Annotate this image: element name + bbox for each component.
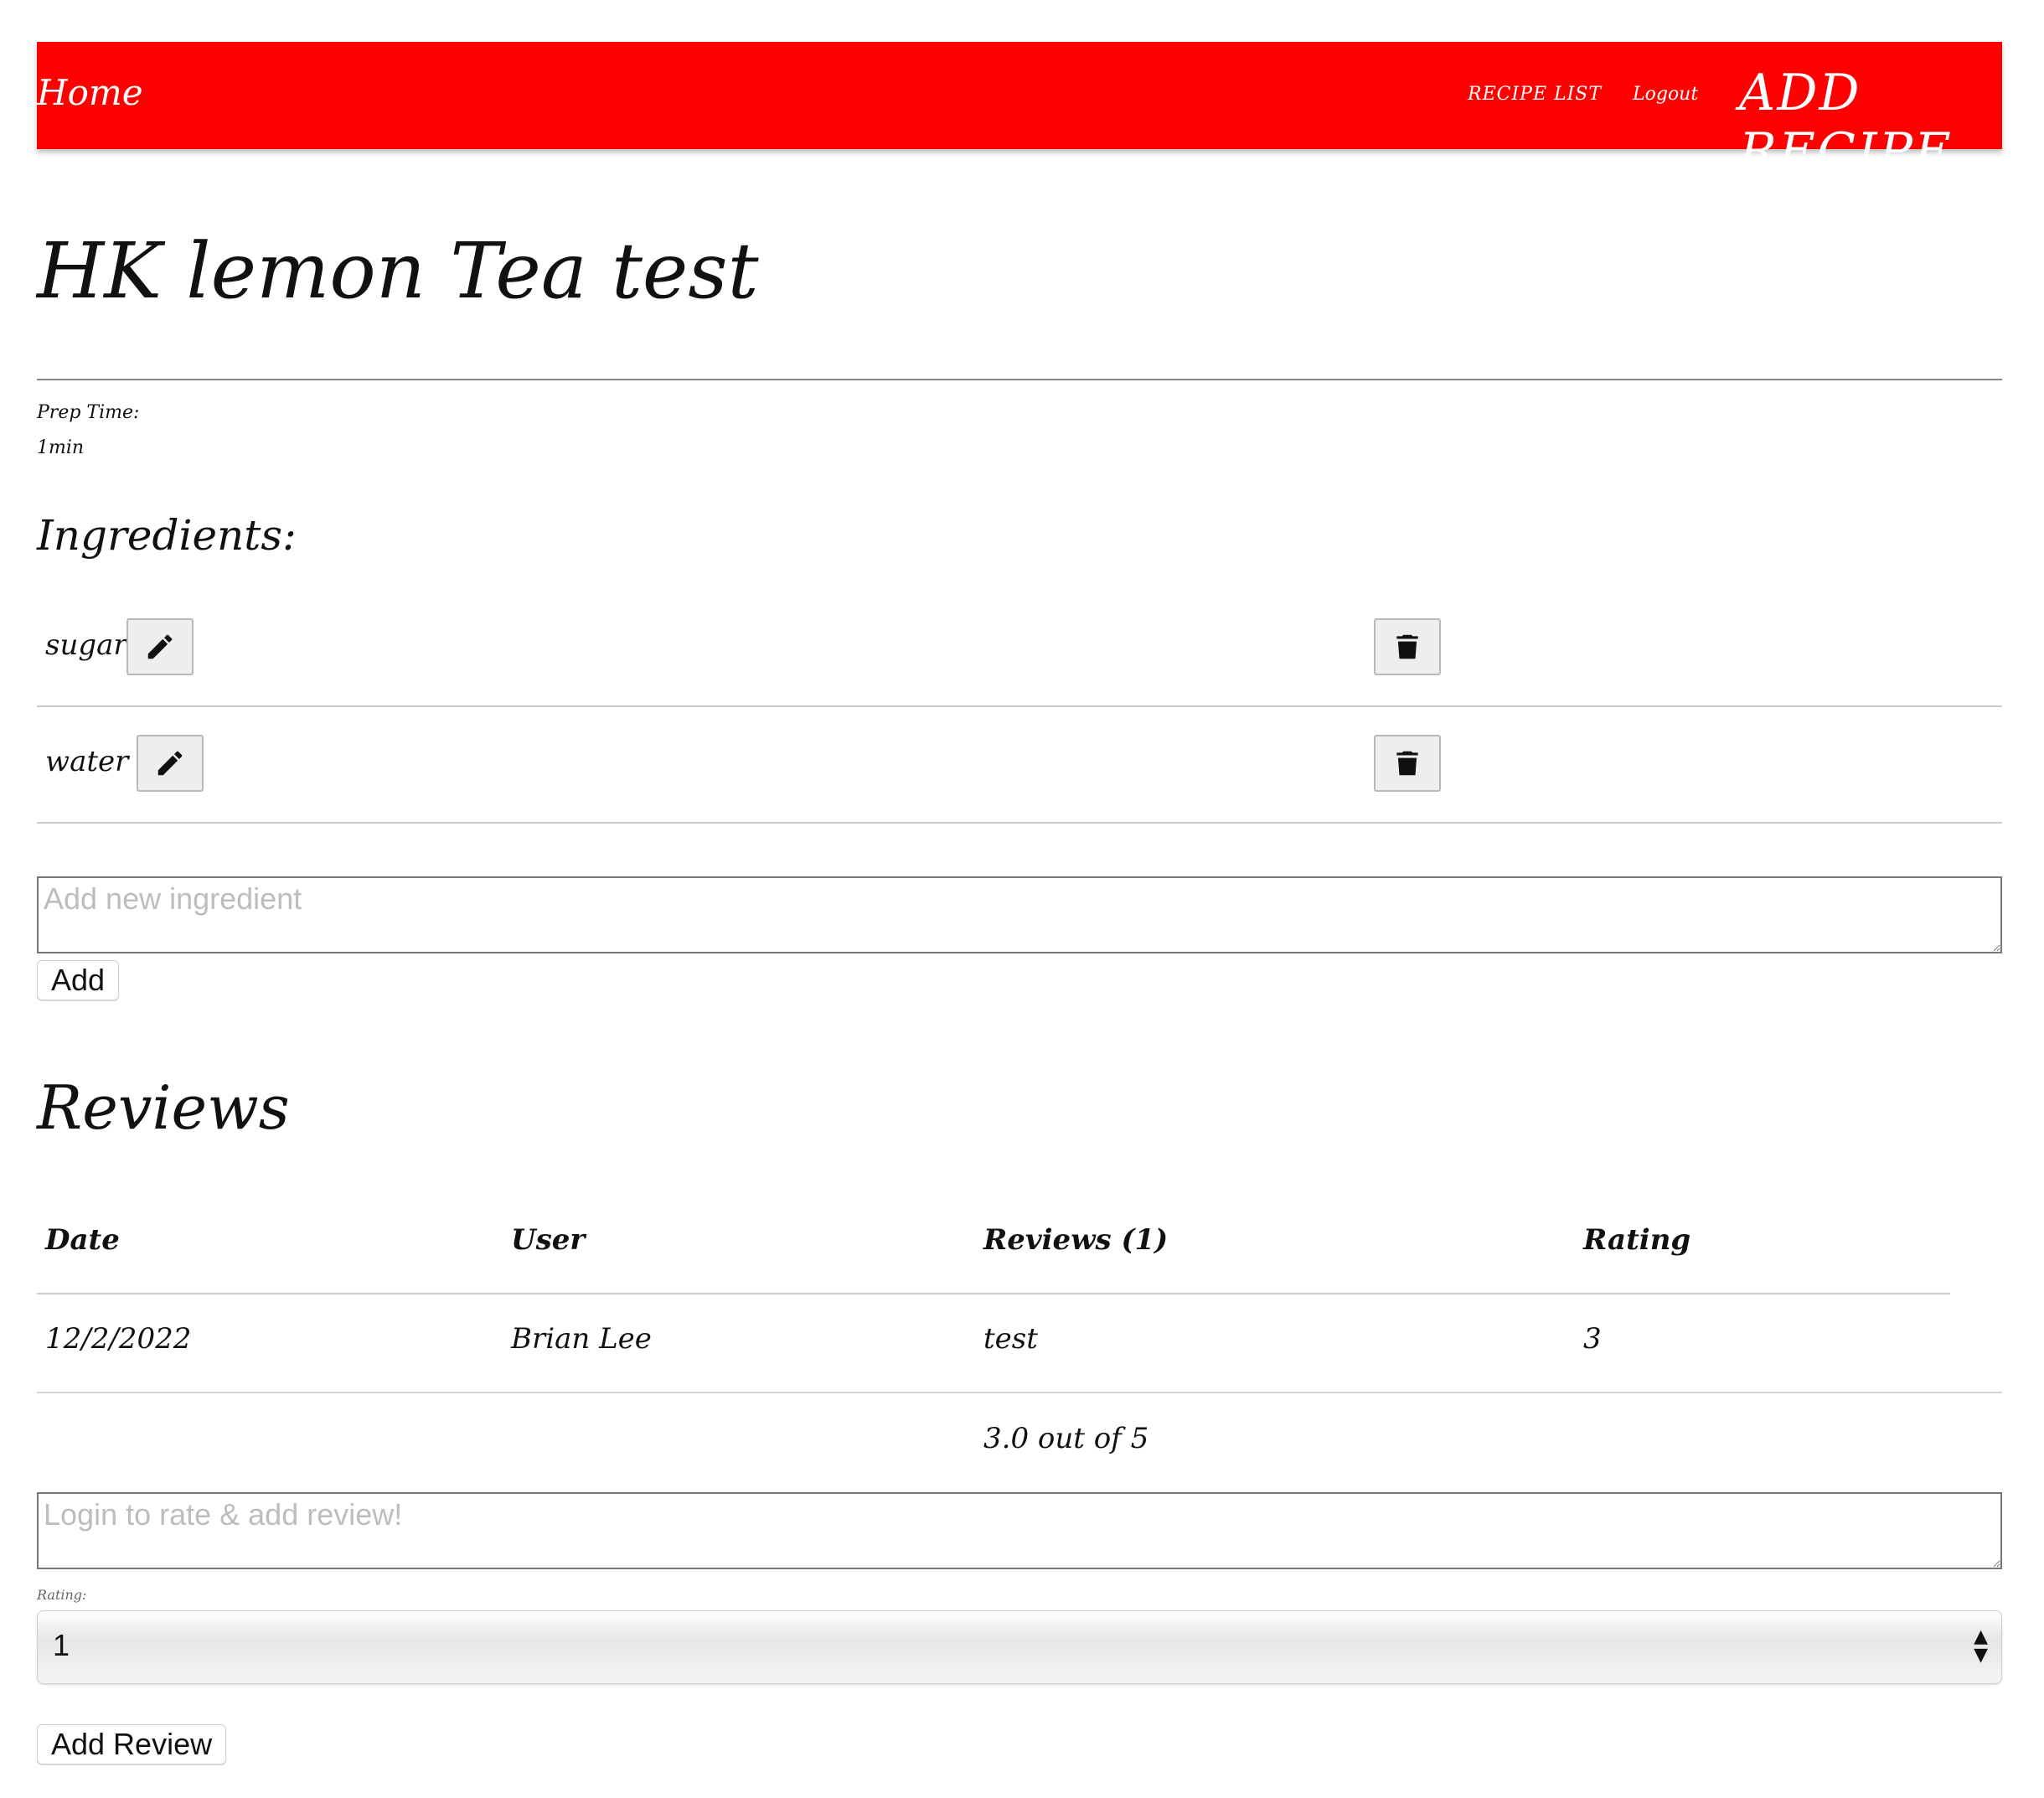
ingredient-name: water <box>45 745 129 778</box>
pencil-icon <box>147 634 173 659</box>
rating-selected-value: 1 <box>53 1628 70 1662</box>
review-text: test <box>983 1322 1038 1356</box>
nav-add-recipe-link[interactable]: ADD RECIPE <box>1739 64 2002 181</box>
nav-home-link[interactable]: Home <box>37 72 143 113</box>
trash-icon <box>1396 634 1418 659</box>
nav-recipe-list-link[interactable]: RECIPE LIST <box>1468 84 1602 105</box>
rating-label: Rating: <box>37 1587 87 1603</box>
new-ingredient-input[interactable] <box>37 876 2002 953</box>
ingredients-heading: Ingredients: <box>37 511 297 560</box>
table-row-divider <box>37 1392 2002 1393</box>
edit-ingredient-button[interactable] <box>137 735 204 792</box>
title-divider <box>37 379 2002 380</box>
add-ingredient-button[interactable]: Add <box>37 960 120 1000</box>
ingredient-row: sugar <box>37 592 2002 707</box>
column-header-rating: Rating <box>1583 1223 1691 1257</box>
delete-ingredient-button[interactable] <box>1374 618 1441 675</box>
nav-logout-link[interactable]: Logout <box>1633 84 1698 105</box>
review-date: 12/2/2022 <box>45 1322 192 1356</box>
page-title: HK lemon Tea test <box>37 226 759 316</box>
average-rating: 3.0 out of 5 <box>983 1422 1149 1455</box>
ingredient-row: water <box>37 708 2002 824</box>
pencil-icon <box>157 751 183 776</box>
column-header-reviews: Reviews (1) <box>983 1223 1169 1257</box>
review-rating: 3 <box>1583 1322 1602 1356</box>
delete-ingredient-button[interactable] <box>1374 735 1441 792</box>
column-header-user: User <box>511 1223 586 1257</box>
edit-ingredient-button[interactable] <box>126 618 194 675</box>
reviews-heading: Reviews <box>37 1072 290 1143</box>
select-arrows-icon: ▲ ▼ <box>1974 1626 1988 1666</box>
trash-icon <box>1396 751 1418 776</box>
column-header-date: Date <box>45 1223 120 1257</box>
table-header-divider <box>37 1293 1950 1294</box>
ingredient-name: sugar <box>45 628 127 662</box>
navbar: Home RECIPE LIST Logout ADD RECIPE <box>37 42 2002 181</box>
prep-time-label: Prep Time: <box>37 402 140 423</box>
add-review-button[interactable]: Add Review <box>37 1724 227 1764</box>
rating-select[interactable]: 1 ▲ ▼ <box>37 1610 2002 1684</box>
review-user: Brian Lee <box>511 1322 652 1356</box>
review-input[interactable] <box>37 1492 2002 1569</box>
prep-time-value: 1min <box>37 437 85 458</box>
